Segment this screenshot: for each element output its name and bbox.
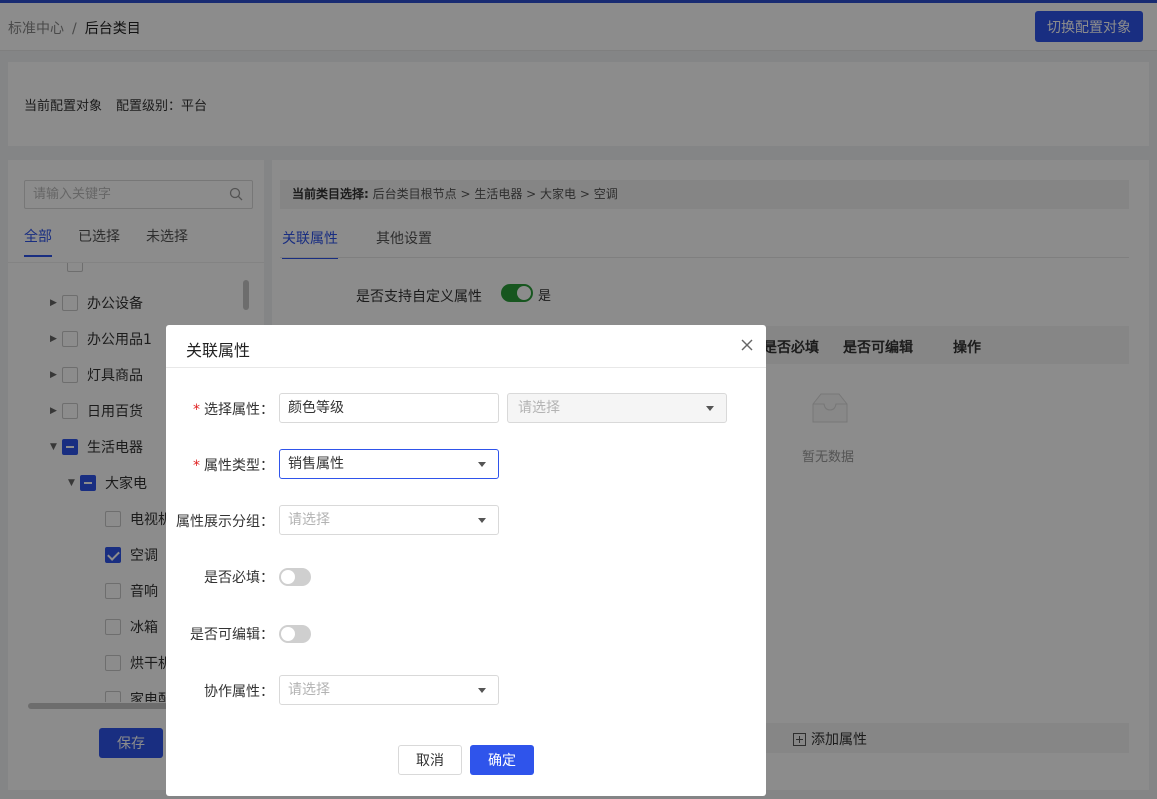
- attribute-input[interactable]: 颜色等级: [279, 393, 499, 423]
- form-row-attribute: * 选择属性： 颜色等级 请选择: [166, 393, 766, 423]
- editable-label: 是否可编辑：: [190, 627, 274, 643]
- form-row-collab: 协作属性： 请选择: [166, 675, 766, 705]
- caret-down-icon: [478, 462, 486, 467]
- collab-attr-select[interactable]: 请选择: [279, 675, 499, 705]
- display-group-placeholder: 请选择: [288, 512, 330, 528]
- cancel-button[interactable]: 取消: [398, 745, 462, 775]
- editable-toggle[interactable]: [279, 625, 311, 643]
- caret-down-icon: [478, 518, 486, 523]
- attribute-type-label: * 属性类型：: [193, 458, 274, 474]
- attribute-value-placeholder: 请选择: [518, 400, 560, 416]
- attribute-value-select[interactable]: 请选择: [507, 393, 727, 423]
- form-row-editable: 是否可编辑：: [166, 618, 766, 648]
- attribute-label: * 选择属性：: [193, 402, 274, 418]
- collab-attr-placeholder: 请选择: [288, 682, 330, 698]
- required-marker: *: [193, 458, 200, 474]
- form-row-attribute-type: * 属性类型： 销售属性: [166, 449, 766, 479]
- attribute-type-select[interactable]: 销售属性: [279, 449, 499, 479]
- related-attribute-dialog: 关联属性 * 选择属性： 颜色等级 请选择 * 属性类型： 销售属性 属性展示分组：…: [166, 325, 766, 796]
- required-toggle[interactable]: [279, 568, 311, 586]
- caret-down-icon: [478, 688, 486, 693]
- attribute-type-value: 销售属性: [288, 456, 344, 472]
- close-icon[interactable]: [738, 336, 756, 354]
- display-group-label: 属性展示分组：: [176, 514, 274, 530]
- form-row-required: 是否必填：: [166, 561, 766, 591]
- dialog-header: 关联属性: [166, 325, 766, 368]
- required-label: 是否必填：: [204, 570, 274, 586]
- caret-down-icon: [706, 406, 714, 411]
- required-marker: *: [193, 402, 200, 418]
- dialog-title: 关联属性: [186, 341, 251, 360]
- collab-attr-label: 协作属性：: [204, 684, 274, 700]
- confirm-button[interactable]: 确定: [470, 745, 534, 775]
- form-row-display-group: 属性展示分组： 请选择: [166, 505, 766, 535]
- display-group-select[interactable]: 请选择: [279, 505, 499, 535]
